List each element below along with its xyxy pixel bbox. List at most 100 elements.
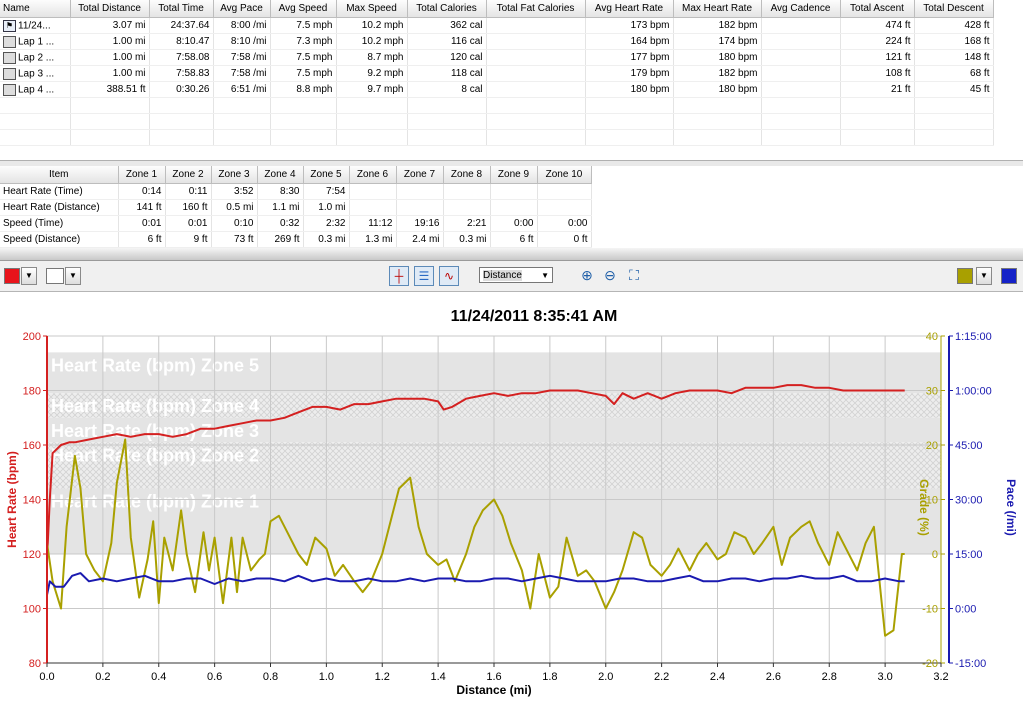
zones-cell: 0:32	[257, 215, 304, 232]
laps-col-header[interactable]: Avg Heart Rate	[585, 0, 674, 18]
chart-crosshair-icon[interactable]: ┼	[389, 266, 409, 286]
laps-cell: 7:58 /mi	[213, 65, 271, 82]
right-axis-color2-swatch[interactable]	[1001, 268, 1017, 284]
xaxis-select[interactable]: Distance ▼	[479, 267, 553, 283]
laps-col-header[interactable]: Avg Cadence	[761, 0, 841, 18]
laps-cell-text: 173 bpm	[630, 20, 670, 31]
laps-cell: 164 bpm	[585, 33, 674, 50]
zones-cell-text: 269 ft	[274, 234, 300, 245]
zones-col-header[interactable]: Zone 1	[118, 166, 166, 184]
zones-cell-text: 11:12	[368, 218, 393, 229]
zones-col-header[interactable]: Zone 10	[537, 166, 592, 184]
chart-split-icon[interactable]: ☰	[414, 266, 434, 286]
zones-col-header[interactable]: Zone 4	[257, 166, 304, 184]
zoom-in-icon[interactable]: ⊕	[578, 266, 596, 284]
laps-col-header[interactable]: Name	[0, 0, 71, 18]
laps-col-header[interactable]: Total Calories	[407, 0, 487, 18]
zones-cell	[349, 183, 397, 200]
laps-col-header[interactable]: Total Fat Calories	[486, 0, 586, 18]
zones-cell	[443, 183, 491, 200]
laps-col-header[interactable]: Max Speed	[336, 0, 408, 18]
laps-cell	[486, 113, 586, 130]
x-tick-label: 3.2	[933, 671, 948, 683]
zones-cell-text: Heart Rate (Distance)	[3, 202, 100, 213]
laps-cell	[673, 129, 762, 146]
zones-cell-text: 9 ft	[193, 234, 208, 245]
zones-cell: 269 ft	[257, 231, 304, 248]
pace-tick-label: 1:15:00	[955, 331, 992, 343]
left-axis-color2-dropdown[interactable]: ▼	[65, 267, 81, 285]
zones-col-header[interactable]: Zone 9	[490, 166, 538, 184]
zones-col-header[interactable]: Zone 8	[443, 166, 491, 184]
zones-row[interactable]: Speed (Time) 0:01 0:01 0:10 0:32 2:32 11:12 19:…	[0, 215, 592, 232]
grade-axis-label: Grade (%)	[917, 479, 931, 536]
right-axis-color-swatch[interactable]	[957, 268, 973, 284]
laps-cell	[585, 129, 674, 146]
laps-cell: 7:58 /mi	[213, 49, 271, 66]
zones-col-header[interactable]: Zone 2	[165, 166, 212, 184]
laps-row[interactable]	[0, 129, 994, 146]
zones-cell	[537, 183, 592, 200]
chart-area[interactable]: Heart Rate (bpm) Zone 5 Heart Rate (bpm) …	[0, 292, 1023, 708]
zones-cell: 6 ft	[490, 231, 538, 248]
laps-cell	[840, 129, 915, 146]
chart-wave-icon[interactable]: ∿	[439, 266, 459, 286]
laps-col-header[interactable]: Total Time	[149, 0, 214, 18]
laps-cell-text: 45 ft	[970, 84, 990, 95]
right-axis-color-dropdown[interactable]: ▼	[976, 267, 992, 285]
laps-row[interactable]: ⚑ 11/24... 3.07 mi 24:37.64 8:00 /mi 7.5 mph 1…	[0, 17, 994, 34]
chevron-down-icon: ▼	[980, 271, 988, 280]
zones-col-header[interactable]: Zone 3	[211, 166, 258, 184]
laps-col-header[interactable]: Total Distance	[70, 0, 150, 18]
zones-row[interactable]: Heart Rate (Time) 0:14 0:11 3:52 8:30 7:54	[0, 183, 592, 200]
zones-col-header[interactable]: Item	[0, 166, 119, 184]
zoom-fit-icon[interactable]: ⛶	[625, 266, 643, 284]
laps-row[interactable]: Lap 4 ... 388.51 ft 0:30.26 6:51 /mi 8.8 mph…	[0, 81, 994, 98]
left-axis-color-dropdown[interactable]: ▼	[21, 267, 37, 285]
pace-axis-label: Pace (/mi)	[1004, 479, 1018, 536]
pace-tick-label: 0:00	[955, 604, 976, 616]
chevron-down-icon: ▼	[25, 271, 33, 280]
laps-row[interactable]	[0, 113, 994, 130]
laps-cell-text: 148 ft	[964, 52, 990, 63]
laps-cell: Lap 3 ...	[0, 65, 71, 82]
laps-row[interactable]: Lap 1 ... 1.00 mi 8:10.47 8:10 /mi 7.3 mph 10…	[0, 33, 994, 50]
laps-cell-text: 180 bpm	[718, 84, 758, 95]
activity-icon: ⚑	[3, 19, 16, 32]
laps-cell: 1.00 mi	[70, 65, 150, 82]
left-axis-color-swatch[interactable]	[4, 268, 20, 284]
left-axis-color2-swatch[interactable]	[46, 268, 64, 284]
chart-svg[interactable]: Heart Rate (bpm) Zone 5 Heart Rate (bpm) …	[0, 292, 1023, 708]
laps-cell	[486, 81, 586, 98]
laps-grid[interactable]: Name Total Distance Total Time Avg Pace Avg …	[0, 0, 1023, 161]
laps-row[interactable]: Lap 2 ... 1.00 mi 7:58.08 7:58 /mi 7.5 mph 8.…	[0, 49, 994, 66]
zones-cell-text: 0:01	[142, 218, 162, 229]
laps-cell-text: 24:37.64	[170, 20, 210, 31]
hr-zone-label: Heart Rate (bpm) Zone 5	[51, 355, 259, 375]
zones-col-header[interactable]: Zone 6	[349, 166, 397, 184]
laps-col-header[interactable]: Avg Pace	[213, 0, 271, 18]
laps-col-header[interactable]: Avg Speed	[270, 0, 337, 18]
zones-row[interactable]: Speed (Distance) 6 ft 9 ft 73 ft 269 ft 0.3 m…	[0, 231, 592, 248]
zones-cell: 2:21	[443, 215, 491, 232]
zones-col-header[interactable]: Zone 5	[303, 166, 350, 184]
zones-cell-text: 19:16	[414, 218, 440, 229]
laps-cell-text: 8:10.47	[176, 36, 210, 47]
laps-cell	[761, 17, 841, 34]
zones-grid[interactable]: Item Zone 1 Zone 2 Zone 3 Zone 4 Zone 5 Zone 6…	[0, 166, 1023, 248]
zones-row[interactable]: Heart Rate (Distance) 141 ft 160 ft 0.5 mi 1…	[0, 199, 592, 216]
laps-row[interactable]	[0, 97, 994, 114]
zones-cell	[396, 183, 444, 200]
laps-cell: 428 ft	[914, 17, 994, 34]
laps-col-header[interactable]: Total Ascent	[840, 0, 915, 18]
zones-col-header[interactable]: Zone 7	[396, 166, 444, 184]
zoom-out-icon[interactable]: ⊖	[601, 266, 619, 284]
laps-cell: Lap 4 ...	[0, 81, 71, 98]
laps-col-header[interactable]: Total Descent	[914, 0, 994, 18]
zones-cell: 6 ft	[118, 231, 166, 248]
laps-cell: Lap 2 ...	[0, 49, 71, 66]
panel-splitter-2[interactable]	[0, 248, 1023, 261]
laps-row[interactable]: Lap 3 ... 1.00 mi 7:58.83 7:58 /mi 7.5 mph 9.…	[0, 65, 994, 82]
zones-cell-text: 2.4 mi	[412, 234, 440, 245]
laps-col-header[interactable]: Max Heart Rate	[673, 0, 762, 18]
